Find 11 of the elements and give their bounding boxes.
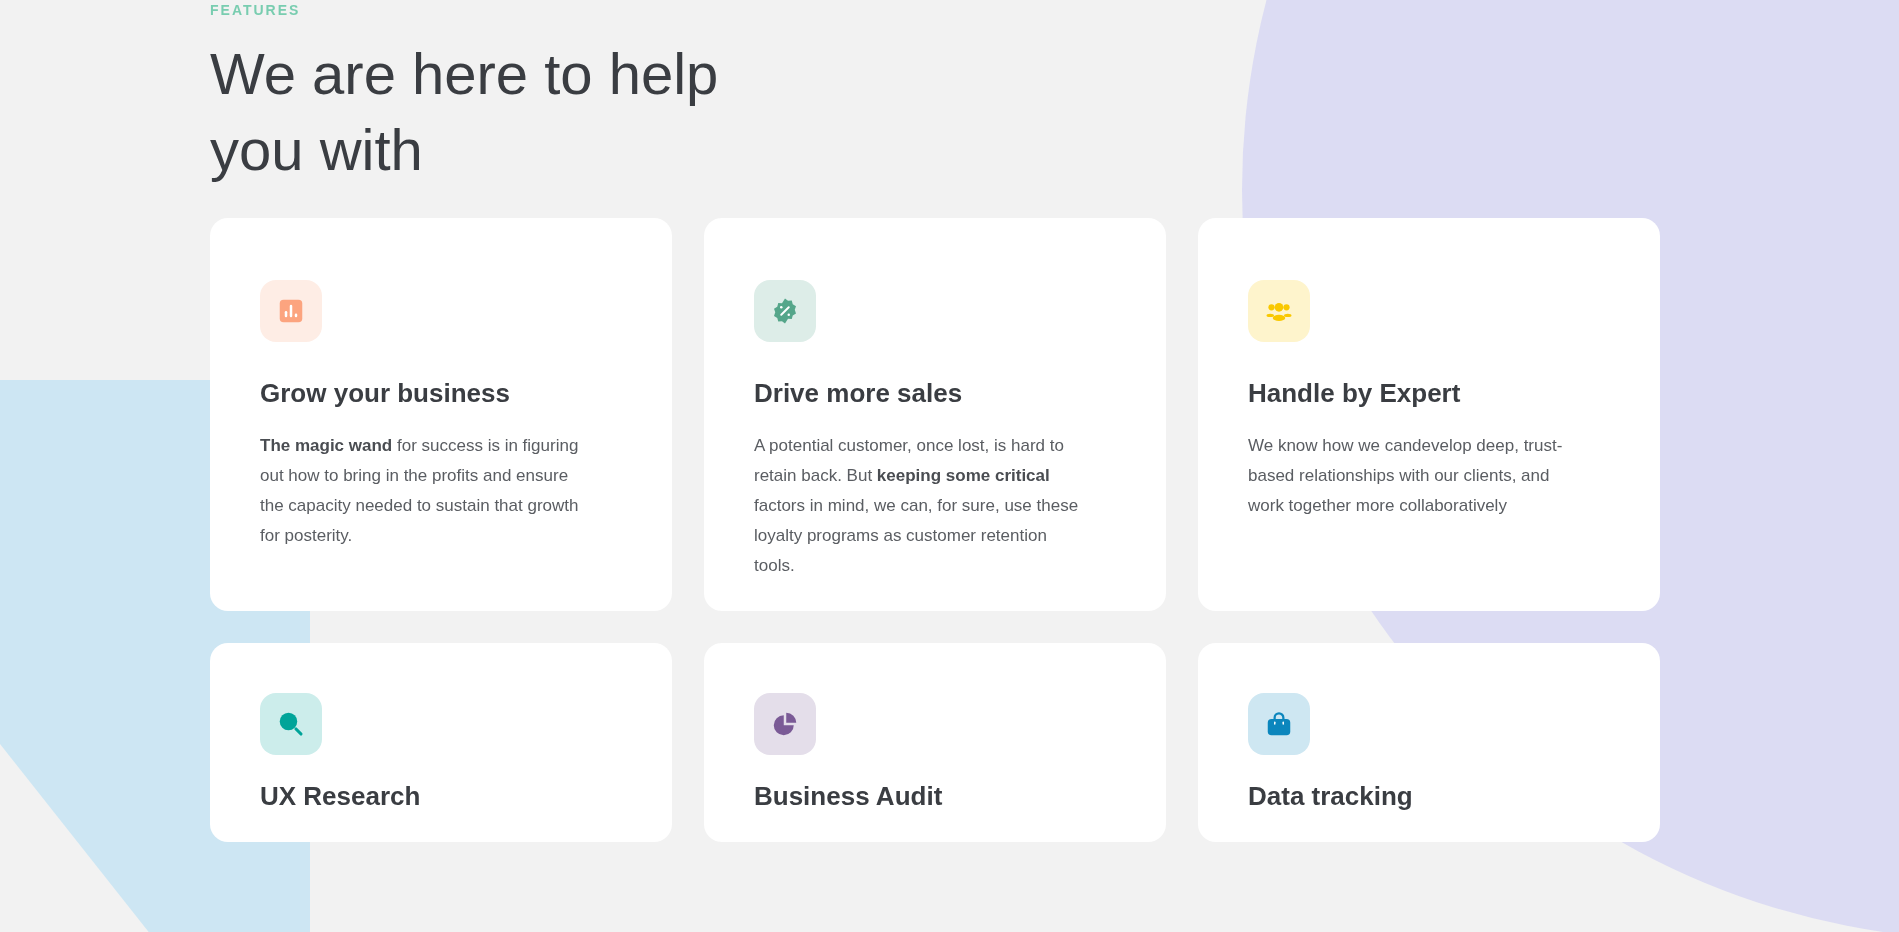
card-description: The magic wand for success is in figuring out how to bring in the profits and ensure the capacity needed to sustain that growth for posterity. <box>260 435 580 547</box>
card-title: Drive more sales <box>754 378 964 409</box>
card-title: Handle by Expert <box>1248 378 1462 409</box>
card-title: Business Audit <box>754 781 944 812</box>
card-title: Data tracking <box>1248 781 1414 812</box>
card-description: A potential customer, once lost, is hard to retain back. But keeping some critical factors in mind, we can, for sure, use these loyalty programs as customer retention tools. <box>754 435 1080 577</box>
card-description: We know how we candevelop deep, trust-based relationships with our clients, and work together more collaboratively <box>1248 435 1564 517</box>
section-label: FEATURES <box>210 1 302 18</box>
section-heading: We are here to help you with <box>210 40 720 184</box>
card-title: UX Research <box>260 781 422 812</box>
card-title: Grow your business <box>260 378 511 409</box>
